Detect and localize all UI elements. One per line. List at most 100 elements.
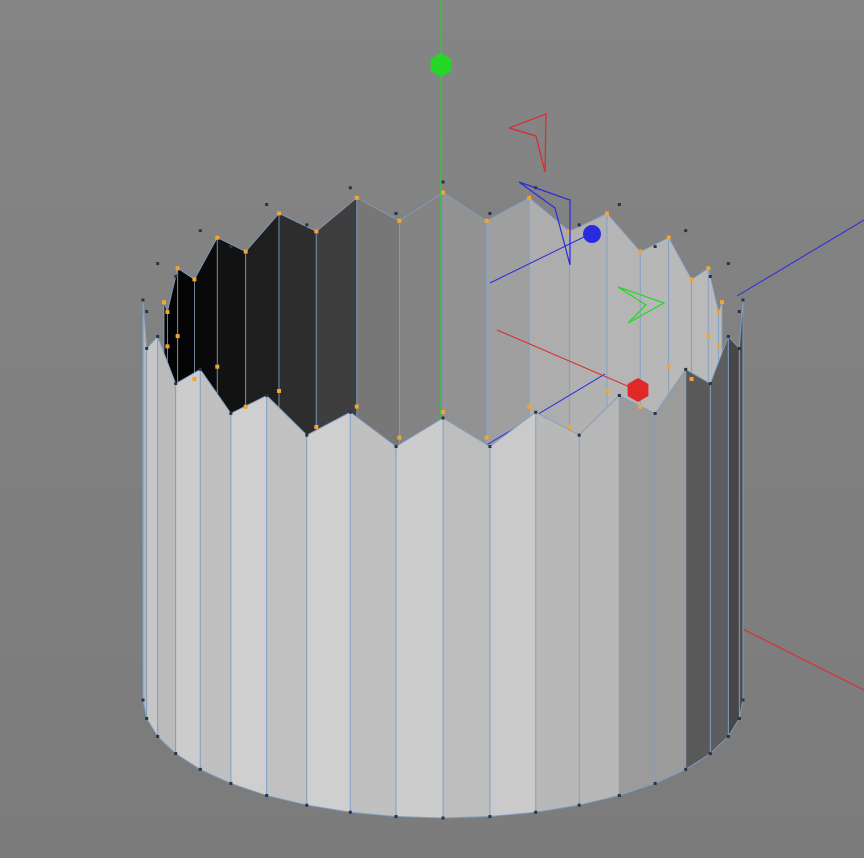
selected-vertex-point[interactable]	[397, 435, 402, 440]
selected-vertex-point[interactable]	[314, 424, 319, 429]
vertex-point[interactable]	[229, 411, 233, 415]
selected-vertex-point[interactable]	[716, 344, 721, 349]
vertex-point[interactable]	[617, 393, 621, 397]
vertex-point[interactable]	[653, 411, 657, 415]
vertex-point[interactable]	[534, 810, 538, 814]
vertex-point[interactable]	[141, 698, 145, 702]
vertex-point[interactable]	[305, 223, 309, 227]
vertex-point[interactable]	[174, 382, 178, 386]
selected-vertex-point[interactable]	[638, 404, 643, 409]
selected-vertex-point[interactable]	[397, 218, 402, 223]
vertex-point[interactable]	[394, 445, 398, 449]
selected-vertex-point[interactable]	[527, 195, 532, 200]
vertex-point[interactable]	[726, 262, 730, 266]
vertex-point[interactable]	[653, 245, 657, 249]
vertex-point[interactable]	[174, 274, 178, 278]
vertex-point[interactable]	[617, 793, 621, 797]
vertex-point[interactable]	[653, 781, 657, 785]
selected-vertex-point[interactable]	[354, 404, 359, 409]
vertex-point[interactable]	[488, 815, 492, 819]
vertex-point[interactable]	[708, 382, 712, 386]
selected-vertex-point[interactable]	[354, 195, 359, 200]
selected-vertex-point[interactable]	[689, 277, 694, 282]
selected-vertex-point[interactable]	[716, 310, 721, 315]
selected-vertex-point[interactable]	[165, 344, 170, 349]
selected-vertex-point[interactable]	[165, 310, 170, 315]
selected-vertex-point[interactable]	[441, 409, 445, 414]
vertex-point[interactable]	[726, 334, 730, 338]
selected-vertex-point[interactable]	[604, 388, 609, 393]
vertex-point[interactable]	[348, 410, 352, 414]
vertex-point[interactable]	[348, 186, 352, 190]
selected-vertex-point[interactable]	[567, 424, 572, 429]
selected-vertex-point[interactable]	[706, 266, 711, 271]
selected-vertex-point[interactable]	[720, 300, 724, 305]
selected-vertex-point[interactable]	[192, 377, 197, 382]
selected-vertex-point[interactable]	[277, 388, 282, 393]
selected-vertex-point[interactable]	[484, 435, 489, 440]
selected-vertex-point[interactable]	[243, 404, 248, 409]
vertex-point[interactable]	[684, 367, 688, 371]
vertex-point[interactable]	[441, 816, 445, 820]
vertex-point[interactable]	[394, 211, 398, 215]
vertex-point[interactable]	[534, 410, 538, 414]
selected-vertex-point[interactable]	[215, 235, 220, 240]
vertex-point[interactable]	[145, 346, 149, 350]
selected-vertex-point[interactable]	[162, 300, 166, 305]
z-axis-handle-sphere-handle-icon[interactable]	[583, 225, 601, 243]
vertex-point[interactable]	[577, 433, 581, 437]
selected-vertex-point[interactable]	[175, 334, 180, 339]
vertex-point[interactable]	[265, 793, 269, 797]
selected-vertex-point[interactable]	[638, 249, 643, 254]
selected-vertex-point[interactable]	[666, 235, 671, 240]
vertex-point[interactable]	[726, 734, 730, 738]
vertex-point[interactable]	[708, 752, 712, 756]
selected-vertex-point[interactable]	[666, 364, 671, 369]
vertex-point[interactable]	[305, 803, 309, 807]
selected-vertex-point[interactable]	[192, 277, 197, 282]
vertex-point[interactable]	[198, 767, 202, 771]
selected-vertex-point[interactable]	[314, 229, 319, 234]
vertex-point[interactable]	[737, 310, 741, 314]
vertex-point[interactable]	[737, 716, 741, 720]
vertex-point[interactable]	[394, 815, 398, 819]
vertex-point[interactable]	[741, 298, 745, 302]
vertex-point[interactable]	[174, 752, 178, 756]
selected-vertex-point[interactable]	[689, 377, 694, 382]
vertex-point[interactable]	[198, 367, 202, 371]
vertex-point[interactable]	[265, 203, 269, 207]
selected-vertex-point[interactable]	[277, 211, 282, 216]
viewport-3d[interactable]	[0, 0, 864, 858]
vertex-point[interactable]	[617, 203, 621, 207]
vertex-point[interactable]	[198, 229, 202, 233]
vertex-point[interactable]	[305, 433, 309, 437]
vertex-point[interactable]	[141, 298, 145, 302]
selected-vertex-point[interactable]	[441, 190, 445, 195]
vertex-point[interactable]	[684, 767, 688, 771]
vertex-point[interactable]	[229, 245, 233, 249]
vertex-point[interactable]	[488, 445, 492, 449]
vertex-point[interactable]	[441, 416, 445, 420]
vertex-point[interactable]	[577, 803, 581, 807]
vertex-point[interactable]	[156, 734, 160, 738]
selected-vertex-point[interactable]	[706, 334, 711, 339]
vertex-point[interactable]	[348, 810, 352, 814]
vertex-point[interactable]	[684, 229, 688, 233]
selected-vertex-point[interactable]	[527, 404, 532, 409]
selected-vertex-point[interactable]	[175, 266, 180, 271]
selected-vertex-point[interactable]	[484, 218, 489, 223]
selected-vertex-point[interactable]	[604, 211, 609, 216]
vertex-point[interactable]	[145, 310, 149, 314]
vertex-point[interactable]	[577, 223, 581, 227]
vertex-point[interactable]	[737, 346, 741, 350]
vertex-point[interactable]	[708, 274, 712, 278]
scene-canvas[interactable]	[0, 0, 864, 858]
vertex-point[interactable]	[229, 781, 233, 785]
vertex-point[interactable]	[741, 698, 745, 702]
selected-vertex-point[interactable]	[215, 364, 220, 369]
selected-vertex-point[interactable]	[243, 249, 248, 254]
vertex-point[interactable]	[156, 334, 160, 338]
vertex-point[interactable]	[145, 716, 149, 720]
vertex-point[interactable]	[488, 211, 492, 215]
vertex-point[interactable]	[156, 262, 160, 266]
